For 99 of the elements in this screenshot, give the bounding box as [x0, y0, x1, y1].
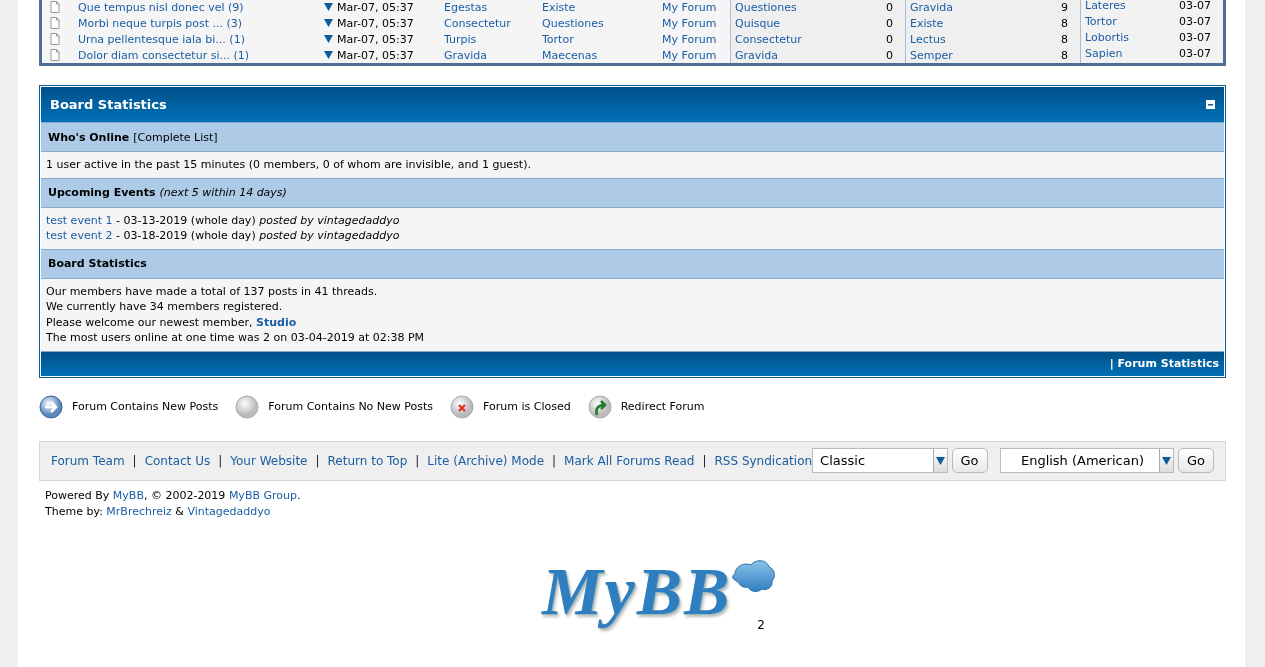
link[interactable]: Vintagedaddyo [187, 504, 271, 518]
last-poster-link[interactable]: Questiones [542, 16, 662, 30]
down-arrow-icon [935, 456, 945, 465]
link[interactable]: test event 1 [46, 213, 113, 227]
stat-value: 8 [1061, 48, 1068, 62]
thread-link[interactable]: Morbi neque turpis post ... (3) [78, 16, 324, 30]
stat-value: 03-07 [1179, 46, 1211, 60]
link[interactable]: test event 2 [46, 229, 113, 242]
footer-link[interactable]: Return to Top [327, 453, 408, 468]
forum-link[interactable]: My Forum [662, 48, 730, 62]
thread-date: Mar-07, 05:37 [324, 0, 444, 14]
footer-link[interactable]: Your Website [230, 453, 308, 468]
legend-label: Forum Contains New Posts [72, 400, 219, 413]
forum-statistics-link[interactable]: | Forum Statistics [1109, 357, 1219, 370]
stat-value: 03-07 [1179, 30, 1211, 44]
page-number: 2 [757, 617, 765, 632]
theme-select[interactable]: Classic [812, 448, 948, 473]
stat-value: 8 [1061, 16, 1068, 30]
last-poster-link[interactable]: Tortor [542, 32, 662, 46]
legend-label: Forum is Closed [483, 400, 571, 413]
author-link[interactable]: Gravida [444, 48, 542, 62]
member-link[interactable]: Tortor [1085, 14, 1117, 28]
complete-list-link[interactable]: [Complete List] [133, 130, 218, 144]
separator: | [218, 453, 223, 468]
redirect-forum-icon [587, 394, 612, 419]
stat-value: 8 [1061, 32, 1068, 46]
member-link[interactable]: Consectetur [735, 32, 802, 46]
new-forum-icon [39, 394, 63, 419]
stat-value: 0 [886, 0, 893, 14]
stat-value: 9 [1061, 0, 1068, 14]
link[interactable]: MrBrechreiz [106, 504, 172, 518]
forum-link[interactable]: My Forum [662, 0, 730, 14]
link[interactable]: MyBB [112, 488, 144, 502]
copyright-line: Powered By MyBB, © 2002-2019 MyBB Group. [45, 488, 302, 502]
panel-title: Board Statistics [50, 97, 167, 112]
info-line: 1 user active in the past 15 minutes (0 members, 0 of whom are invisible, and 1 guest). [46, 158, 532, 172]
closed-forum-icon [450, 394, 475, 419]
last-poster-link[interactable]: Existe [542, 0, 662, 14]
member-link[interactable]: Studio [256, 315, 297, 329]
separator: | [702, 453, 707, 468]
info-line: test event 1 - 03-13-2019 (whole day) posted by vintagedaddyo [46, 213, 401, 227]
language-select[interactable]: English (American) [999, 448, 1174, 473]
footer-link[interactable]: Mark All Forums Read [564, 453, 695, 468]
member-link[interactable]: Semper [910, 48, 953, 62]
footer-link[interactable]: RSS Syndication [714, 453, 813, 468]
member-link[interactable]: Lectus [910, 32, 946, 46]
thread-date: Mar-07, 05:37 [324, 16, 444, 30]
forum-link[interactable]: My Forum [662, 16, 730, 30]
thread-date: Mar-07, 05:37 [324, 32, 444, 46]
section-note: (next 5 within 14 days) [159, 186, 287, 199]
section-title: Upcoming Events [48, 186, 156, 199]
footer-link[interactable]: Lite (Archive) Mode [427, 453, 545, 468]
separator: | [315, 453, 320, 468]
stat-value: 0 [886, 16, 893, 30]
footer-link[interactable]: Contact Us [144, 453, 211, 468]
forum-link[interactable]: My Forum [662, 32, 730, 46]
member-link[interactable]: Quisque [735, 16, 781, 30]
go-button[interactable]: Go [951, 448, 988, 473]
stat-value: 0 [886, 32, 893, 46]
info-line: The most users online at one time was 2 on 03-04-2019 at 02:38 PM [46, 331, 426, 345]
member-link[interactable]: Gravida [735, 48, 779, 62]
thread-date: Mar-07, 05:37 [324, 48, 444, 62]
thread-link[interactable]: Dolor diam consectetur si... (1) [78, 48, 324, 62]
thread-link[interactable]: Que tempus nisl donec vel (9) [78, 0, 324, 14]
info-line: test event 2 - 03-18-2019 (whole day) posted by vintagedaddyo [46, 229, 401, 243]
member-link[interactable]: Lobortis [1085, 30, 1129, 44]
member-link[interactable]: Gravida [910, 0, 954, 14]
logo-text: MyBB [542, 555, 732, 626]
author-link[interactable]: Egestas [444, 0, 542, 14]
separator: | [415, 453, 420, 468]
thread-link[interactable]: Urna pellentesque iala bi... (1) [78, 32, 324, 46]
member-link[interactable]: Existe [910, 16, 944, 30]
member-link[interactable]: Sapien [1085, 46, 1123, 60]
link[interactable]: MyBB Group [228, 488, 297, 502]
section-title: Board Statistics [48, 257, 147, 270]
author-link[interactable]: Consectetur [444, 16, 542, 30]
member-link[interactable]: Questiones [735, 0, 797, 14]
document-icon [50, 33, 60, 45]
stat-value: 03-07 [1179, 14, 1211, 28]
info-line: Please welcome our newest member, Studio [46, 315, 298, 329]
collapse-icon[interactable] [1206, 100, 1215, 109]
legend-label: Redirect Forum [620, 400, 705, 413]
down-arrow-icon [1161, 456, 1171, 465]
document-icon [50, 17, 60, 29]
separator: | [132, 453, 137, 468]
section-title: Who's Online [48, 130, 130, 144]
separator: | [552, 453, 557, 468]
legend-label: Forum Contains No New Posts [268, 400, 434, 413]
document-icon [50, 49, 60, 61]
info-line: We currently have 34 members registered. [46, 300, 284, 314]
member-link[interactable]: Lateres [1085, 0, 1126, 12]
footer-link[interactable]: Forum Team [51, 453, 125, 468]
last-poster-link[interactable]: Maecenas [542, 48, 662, 62]
copyright-line: Theme by: MrBrechreiz & Vintagedaddyo [45, 504, 272, 518]
stat-value: 0 [886, 48, 893, 62]
author-link[interactable]: Turpis [444, 32, 542, 46]
stat-value: 03-07 [1179, 0, 1211, 12]
go-button[interactable]: Go [1177, 448, 1214, 473]
info-line: Our members have made a total of 137 posts in 41 threads. [46, 284, 379, 298]
